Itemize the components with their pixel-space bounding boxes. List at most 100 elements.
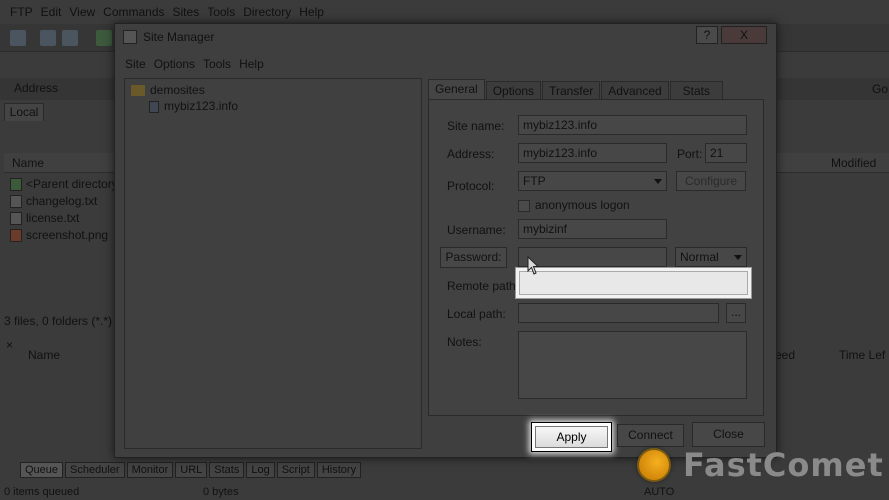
queue-time-header[interactable]: Time Lef xyxy=(839,348,885,362)
folder-label: demosites xyxy=(150,83,205,97)
settings-tabs: General Options Transfer Advanced Stats xyxy=(428,79,724,100)
username-field[interactable]: mybizinf xyxy=(518,219,667,239)
main-menubar: FTP Edit View Commands Sites Tools Direc… xyxy=(0,0,889,24)
menu-tools[interactable]: Tools xyxy=(207,5,235,19)
port-field[interactable]: 21 xyxy=(705,143,747,163)
queue-bytes: 0 bytes xyxy=(203,486,239,498)
username-label: Username: xyxy=(447,223,506,237)
file-row[interactable]: license.txt xyxy=(10,210,79,227)
menu-tools[interactable]: Tools xyxy=(203,57,231,71)
menu-help[interactable]: Help xyxy=(239,57,264,71)
local-tab[interactable]: Local xyxy=(4,103,44,121)
tab-advanced[interactable]: Advanced xyxy=(601,81,669,100)
address-field[interactable]: mybiz123.info xyxy=(518,143,667,163)
password-mode-select[interactable]: Normal xyxy=(675,247,747,267)
status-footer: 0 items queued 0 bytes AUTO xyxy=(0,486,889,500)
port-label: Port: xyxy=(677,147,703,161)
comet-logo-icon xyxy=(637,448,671,482)
tab-options[interactable]: Options xyxy=(485,81,542,100)
local-path-field[interactable] xyxy=(518,303,719,323)
dialog-titlebar: Site Manager xyxy=(115,24,776,50)
up-arrow-icon xyxy=(10,178,22,191)
menu-help[interactable]: Help xyxy=(299,5,324,19)
tab-queue[interactable]: Queue xyxy=(20,462,64,478)
browse-button[interactable]: ... xyxy=(726,303,746,323)
file-row[interactable]: <Parent directory> xyxy=(10,176,125,193)
site-name-field[interactable]: mybiz123.info xyxy=(518,115,747,135)
connect-icon[interactable] xyxy=(10,30,26,46)
site-manager-icon xyxy=(123,30,137,44)
tab-log[interactable]: Log xyxy=(246,462,275,478)
chevron-down-icon xyxy=(654,179,662,184)
tab-transfer[interactable]: Transfer xyxy=(542,81,601,100)
tree-site-item[interactable]: mybiz123.info xyxy=(149,99,238,113)
text-file-icon xyxy=(10,195,22,208)
notes-textarea[interactable] xyxy=(518,331,747,399)
watermark-logo: FastComet xyxy=(637,446,884,484)
dialog-title: Site Manager xyxy=(143,30,215,44)
tab-stats[interactable]: Stats xyxy=(669,81,724,100)
modified-column-header[interactable]: Modified xyxy=(831,156,876,170)
window-icon[interactable] xyxy=(62,30,78,46)
image-file-icon xyxy=(10,229,22,242)
address-label: Address: xyxy=(447,147,495,161)
transfer-mode: AUTO xyxy=(644,486,675,498)
address-dropdown[interactable]: Address xyxy=(14,81,58,95)
protocol-label: Protocol: xyxy=(447,179,495,193)
anonymous-logon-checkbox[interactable]: anonymous logon xyxy=(518,198,630,212)
add-icon[interactable] xyxy=(96,30,112,46)
menu-options[interactable]: Options xyxy=(154,57,195,71)
name-column-header[interactable]: Name xyxy=(4,153,114,173)
local-status: 3 files, 0 folders (*.*) xyxy=(4,314,113,328)
configure-button[interactable]: Configure xyxy=(676,171,746,191)
file-row[interactable]: changelog.txt xyxy=(10,193,97,210)
close-button[interactable]: Close xyxy=(692,422,765,447)
apply-button[interactable]: Apply xyxy=(531,422,612,452)
settings-icon[interactable] xyxy=(40,30,56,46)
tab-url[interactable]: URL xyxy=(175,462,208,478)
queue-tabs: Queue Scheduler Monitor URL Stats Log Sc… xyxy=(20,462,363,478)
site-name-label: Site name: xyxy=(447,119,505,133)
tab-scheduler[interactable]: Scheduler xyxy=(65,462,125,478)
tab-monitor[interactable]: Monitor xyxy=(126,462,174,478)
password-button[interactable]: Password: xyxy=(440,247,507,268)
password-mode-value: Normal xyxy=(680,250,719,264)
notes-label: Notes: xyxy=(447,335,482,349)
watermark-text: FastComet xyxy=(683,446,884,484)
menu-sites[interactable]: Sites xyxy=(173,5,200,19)
local-path-label: Local path: xyxy=(447,307,506,321)
queue-speed-header[interactable]: eed xyxy=(775,348,795,362)
tab-general[interactable]: General xyxy=(428,79,485,100)
menu-directory[interactable]: Directory xyxy=(243,5,291,19)
menu-edit[interactable]: Edit xyxy=(41,5,62,19)
close-queue-icon[interactable]: × xyxy=(6,338,13,352)
remote-path-label: Remote path: xyxy=(447,279,520,293)
help-button[interactable]: ? xyxy=(696,26,718,44)
menu-site[interactable]: Site xyxy=(125,57,146,71)
queue-name-header[interactable]: Name xyxy=(20,345,115,365)
tab-script[interactable]: Script xyxy=(276,462,315,478)
go-button[interactable]: Go xyxy=(872,82,888,96)
menu-ftp[interactable]: FTP xyxy=(10,5,33,19)
folder-icon xyxy=(131,85,145,97)
dialog-menubar: Site Options Tools Help xyxy=(125,57,272,71)
text-file-icon xyxy=(10,212,22,225)
tree-folder-demosites[interactable]: demosites xyxy=(131,83,205,97)
server-icon xyxy=(149,100,159,113)
remote-path-field[interactable] xyxy=(519,271,748,295)
file-name: changelog.txt xyxy=(26,194,98,208)
tab-history[interactable]: History xyxy=(316,462,362,478)
protocol-select[interactable]: FTP xyxy=(518,171,667,191)
file-name: screenshot.png xyxy=(26,228,109,242)
tab-stats[interactable]: Stats xyxy=(209,462,245,478)
file-name: <Parent directory> xyxy=(26,177,125,191)
close-window-button[interactable]: X xyxy=(721,26,767,44)
site-tree: demosites mybiz123.info xyxy=(124,78,422,449)
connect-button[interactable]: Connect xyxy=(617,424,684,447)
anonymous-logon-label: anonymous logon xyxy=(535,198,630,212)
checkbox-icon xyxy=(518,199,530,212)
file-row[interactable]: screenshot.png xyxy=(10,227,108,244)
menu-view[interactable]: View xyxy=(69,5,95,19)
menu-commands[interactable]: Commands xyxy=(103,5,164,19)
protocol-value: FTP xyxy=(523,174,546,188)
